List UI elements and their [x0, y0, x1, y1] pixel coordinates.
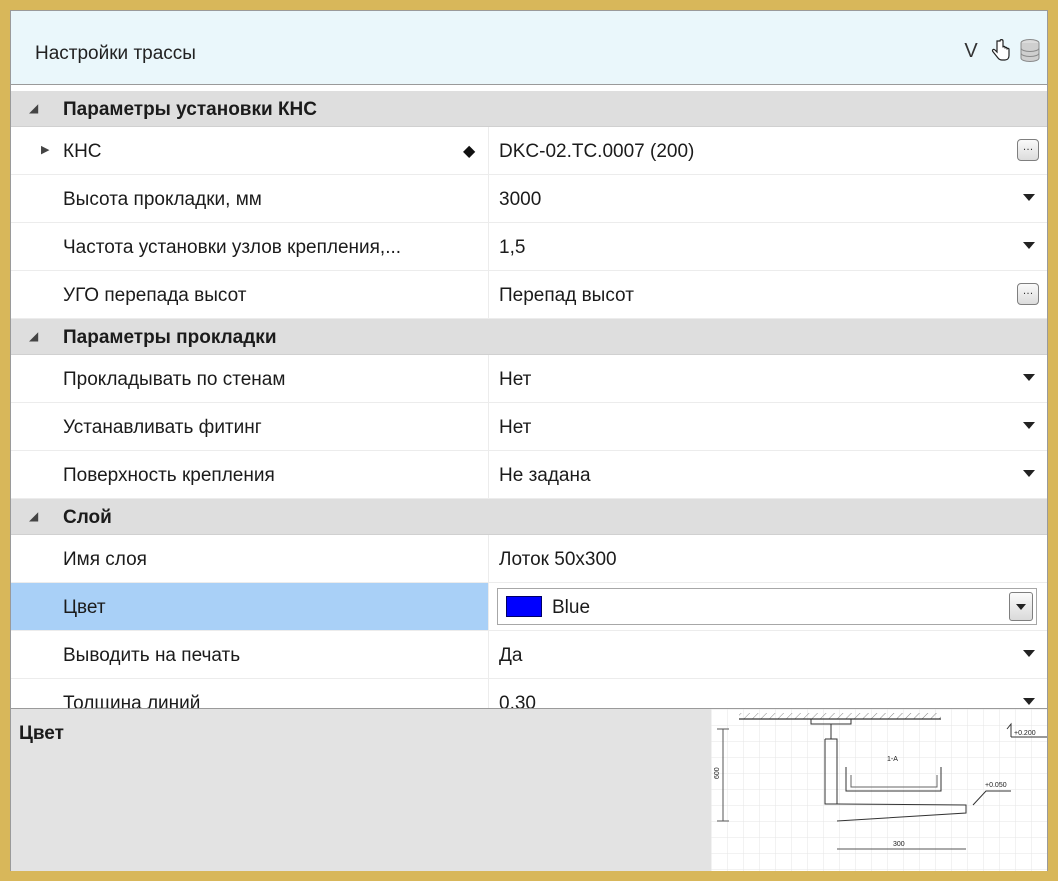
property-grid: ◢ Параметры установки КНС ▶ КНС ◆ DKC-02… [11, 91, 1047, 727]
category-label: Параметры прокладки [63, 327, 277, 348]
property-value[interactable]: DKC-02.TC.0007 (200) [499, 141, 694, 163]
preview-top-right-label: +0.200 [1014, 730, 1036, 737]
preview-image: 600 300 1-A +0.200 +0.050 [711, 709, 1047, 871]
dropdown-arrow-icon[interactable] [1023, 650, 1035, 657]
color-swatch [506, 596, 542, 617]
property-label: Выводить на печать [63, 645, 241, 666]
dropdown-arrow-icon[interactable] [1023, 374, 1035, 381]
title-bar: Настройки трассы V [11, 11, 1047, 85]
diamond-marker-icon: ◆ [463, 143, 476, 160]
property-row-walls[interactable]: Прокладывать по стенам Нет [11, 355, 1047, 403]
preview-bottom-dim: 300 [893, 841, 905, 848]
property-row-height[interactable]: Высота прокладки, мм 3000 [11, 175, 1047, 223]
property-row-knc[interactable]: ▶ КНС ◆ DKC-02.TC.0007 (200) … [11, 127, 1047, 175]
property-row-color[interactable]: Цвет Blue [11, 583, 1047, 631]
property-row-layer-name[interactable]: Имя слоя Лоток 50x300 [11, 535, 1047, 583]
dropdown-arrow-icon[interactable] [1023, 242, 1035, 249]
property-row-surface[interactable]: Поверхность крепления Не задана [11, 451, 1047, 499]
property-value[interactable]: Перепад высот [499, 285, 634, 307]
property-row-frequency[interactable]: Частота установки узлов крепления,... 1,… [11, 223, 1047, 271]
dropdown-arrow-icon[interactable] [1023, 422, 1035, 429]
combo-dropdown-button[interactable] [1009, 592, 1033, 621]
property-label: Имя слоя [63, 549, 147, 570]
category-label: Слой [63, 507, 112, 528]
property-label: Поверхность крепления [63, 465, 275, 486]
property-row-print[interactable]: Выводить на печать Да [11, 631, 1047, 679]
dropdown-arrow-icon[interactable] [1023, 470, 1035, 477]
category-label: Параметры установки КНС [63, 99, 317, 120]
property-value[interactable]: Нет [499, 417, 531, 439]
color-combobox[interactable]: Blue [497, 588, 1037, 625]
property-value[interactable]: 3000 [499, 189, 541, 211]
property-label: Высота прокладки, мм [63, 189, 262, 210]
property-value[interactable]: Нет [499, 369, 531, 391]
category-knc-params[interactable]: ◢ Параметры установки КНС [11, 91, 1047, 127]
property-row-fitting[interactable]: Устанавливать фитинг Нет [11, 403, 1047, 451]
ellipsis-button[interactable]: … [1017, 139, 1039, 161]
settings-window: Настройки трассы V ◢ Параметры установки… [10, 10, 1048, 871]
collapse-triangle-icon[interactable]: ◢ [29, 329, 38, 343]
preview-left-dim: 600 [714, 767, 721, 779]
preview-mid-right-label: +0.050 [985, 782, 1007, 789]
window-title: Настройки трассы [35, 43, 196, 64]
collapse-triangle-icon[interactable]: ◢ [29, 509, 38, 523]
collapse-triangle-icon[interactable]: ◢ [29, 101, 38, 115]
property-label: КНС [63, 141, 102, 162]
property-row-ugo[interactable]: УГО перепада высот Перепад высот … [11, 271, 1047, 319]
hand-pointer-icon[interactable] [987, 37, 1013, 65]
database-icon[interactable] [1017, 37, 1043, 65]
property-value[interactable]: Да [499, 645, 522, 667]
dropdown-arrow-icon[interactable] [1023, 194, 1035, 201]
property-label: Цвет [63, 597, 106, 618]
preview-mid-label: 1-A [887, 756, 898, 763]
property-label: УГО перепада высот [63, 285, 247, 306]
property-value[interactable]: Не задана [499, 465, 591, 487]
description-title: Цвет [19, 723, 64, 744]
dropdown-arrow-icon[interactable] [1023, 698, 1035, 705]
description-panel: Цвет 600 300 1-A +0.200 +0.050 [11, 708, 1047, 871]
property-label: Частота установки узлов крепления,... [63, 237, 402, 258]
property-value[interactable]: Лоток 50x300 [499, 549, 617, 571]
expand-arrow-icon[interactable]: ▶ [41, 143, 49, 156]
category-laying-params[interactable]: ◢ Параметры прокладки [11, 319, 1047, 355]
property-value[interactable]: 1,5 [499, 237, 525, 259]
category-layer[interactable]: ◢ Слой [11, 499, 1047, 535]
v-toggle-button[interactable]: V [961, 37, 981, 65]
property-label: Устанавливать фитинг [63, 417, 262, 438]
ellipsis-button[interactable]: … [1017, 283, 1039, 305]
color-value: Blue [552, 597, 591, 618]
property-label: Прокладывать по стенам [63, 369, 286, 390]
